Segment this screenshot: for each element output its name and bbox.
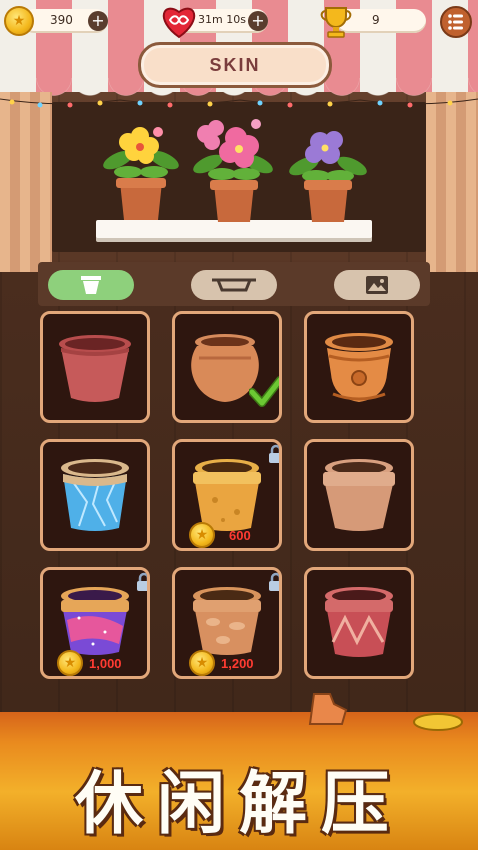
- tab-shelves[interactable]: [191, 270, 277, 300]
- shelf-icon: [212, 278, 256, 292]
- beige-clay-pot-image: [323, 459, 395, 531]
- skin-price: 600: [229, 528, 251, 543]
- left-pillar: [0, 92, 52, 272]
- menu-button[interactable]: [440, 6, 472, 38]
- lives-timer: 31m 10s: [198, 13, 246, 26]
- terracotta-pot-image: [59, 335, 131, 402]
- lock-icon: [269, 572, 279, 591]
- trophy-count: 9: [372, 13, 380, 27]
- page-title: SKIN: [209, 54, 261, 75]
- add-lives-button[interactable]: +: [248, 11, 268, 31]
- coin-icon: [189, 650, 215, 676]
- pink-flower-pot-preview: [193, 119, 273, 222]
- skin-card-beige-clay-pot[interactable]: [304, 439, 414, 551]
- coin-icon: [57, 650, 83, 676]
- lock-icon: [269, 444, 279, 463]
- coin-count: 390: [50, 13, 73, 27]
- fertilizer-bottle-icon: [308, 693, 348, 725]
- heart-infinity-icon: [162, 7, 196, 39]
- skin-card-stone-pot[interactable]: 1,200: [172, 567, 282, 679]
- pot-icon: [81, 276, 101, 294]
- ornate-orange-pot-image: [325, 333, 393, 402]
- skin-card-ornate-orange-pot[interactable]: [304, 311, 414, 423]
- string-lights: [0, 98, 478, 108]
- golden-pot-icon: [413, 713, 463, 731]
- diamond-pattern-pot-image: [325, 587, 393, 657]
- skin-price: 1,000: [89, 656, 122, 671]
- coin-icon: [4, 6, 34, 36]
- skin-title-plaque: SKIN: [138, 42, 332, 88]
- skin-price: 1,200: [221, 656, 254, 671]
- coin-icon: [189, 522, 215, 548]
- tab-pots[interactable]: [48, 270, 134, 300]
- crystal-pot-image: [61, 459, 129, 531]
- skin-card-crystal-pot[interactable]: [40, 439, 150, 551]
- purple-flower-pot-preview: [289, 131, 367, 222]
- image-icon: [366, 276, 388, 294]
- right-pillar: [426, 92, 478, 272]
- skin-card-terracotta-pot[interactable]: [40, 311, 150, 423]
- tab-backgrounds[interactable]: [334, 270, 420, 300]
- lock-icon: [137, 572, 147, 591]
- list-menu-icon: [448, 14, 463, 30]
- promo-slogan: 休闲解压: [0, 748, 478, 844]
- skin-card-sandstone-pot[interactable]: 600: [172, 439, 282, 551]
- trophy-icon: [320, 7, 352, 38]
- skin-card-galaxy-pot[interactable]: 1,000: [40, 567, 150, 679]
- selected-check-icon: [249, 376, 279, 407]
- skin-card-diamond-pattern-pot[interactable]: [304, 567, 414, 679]
- yellow-flower-pot-preview: [103, 127, 179, 220]
- skin-card-round-clay-pot[interactable]: [172, 311, 282, 423]
- add-coins-button[interactable]: +: [88, 11, 108, 31]
- slogan-text: 休闲解压: [74, 765, 403, 844]
